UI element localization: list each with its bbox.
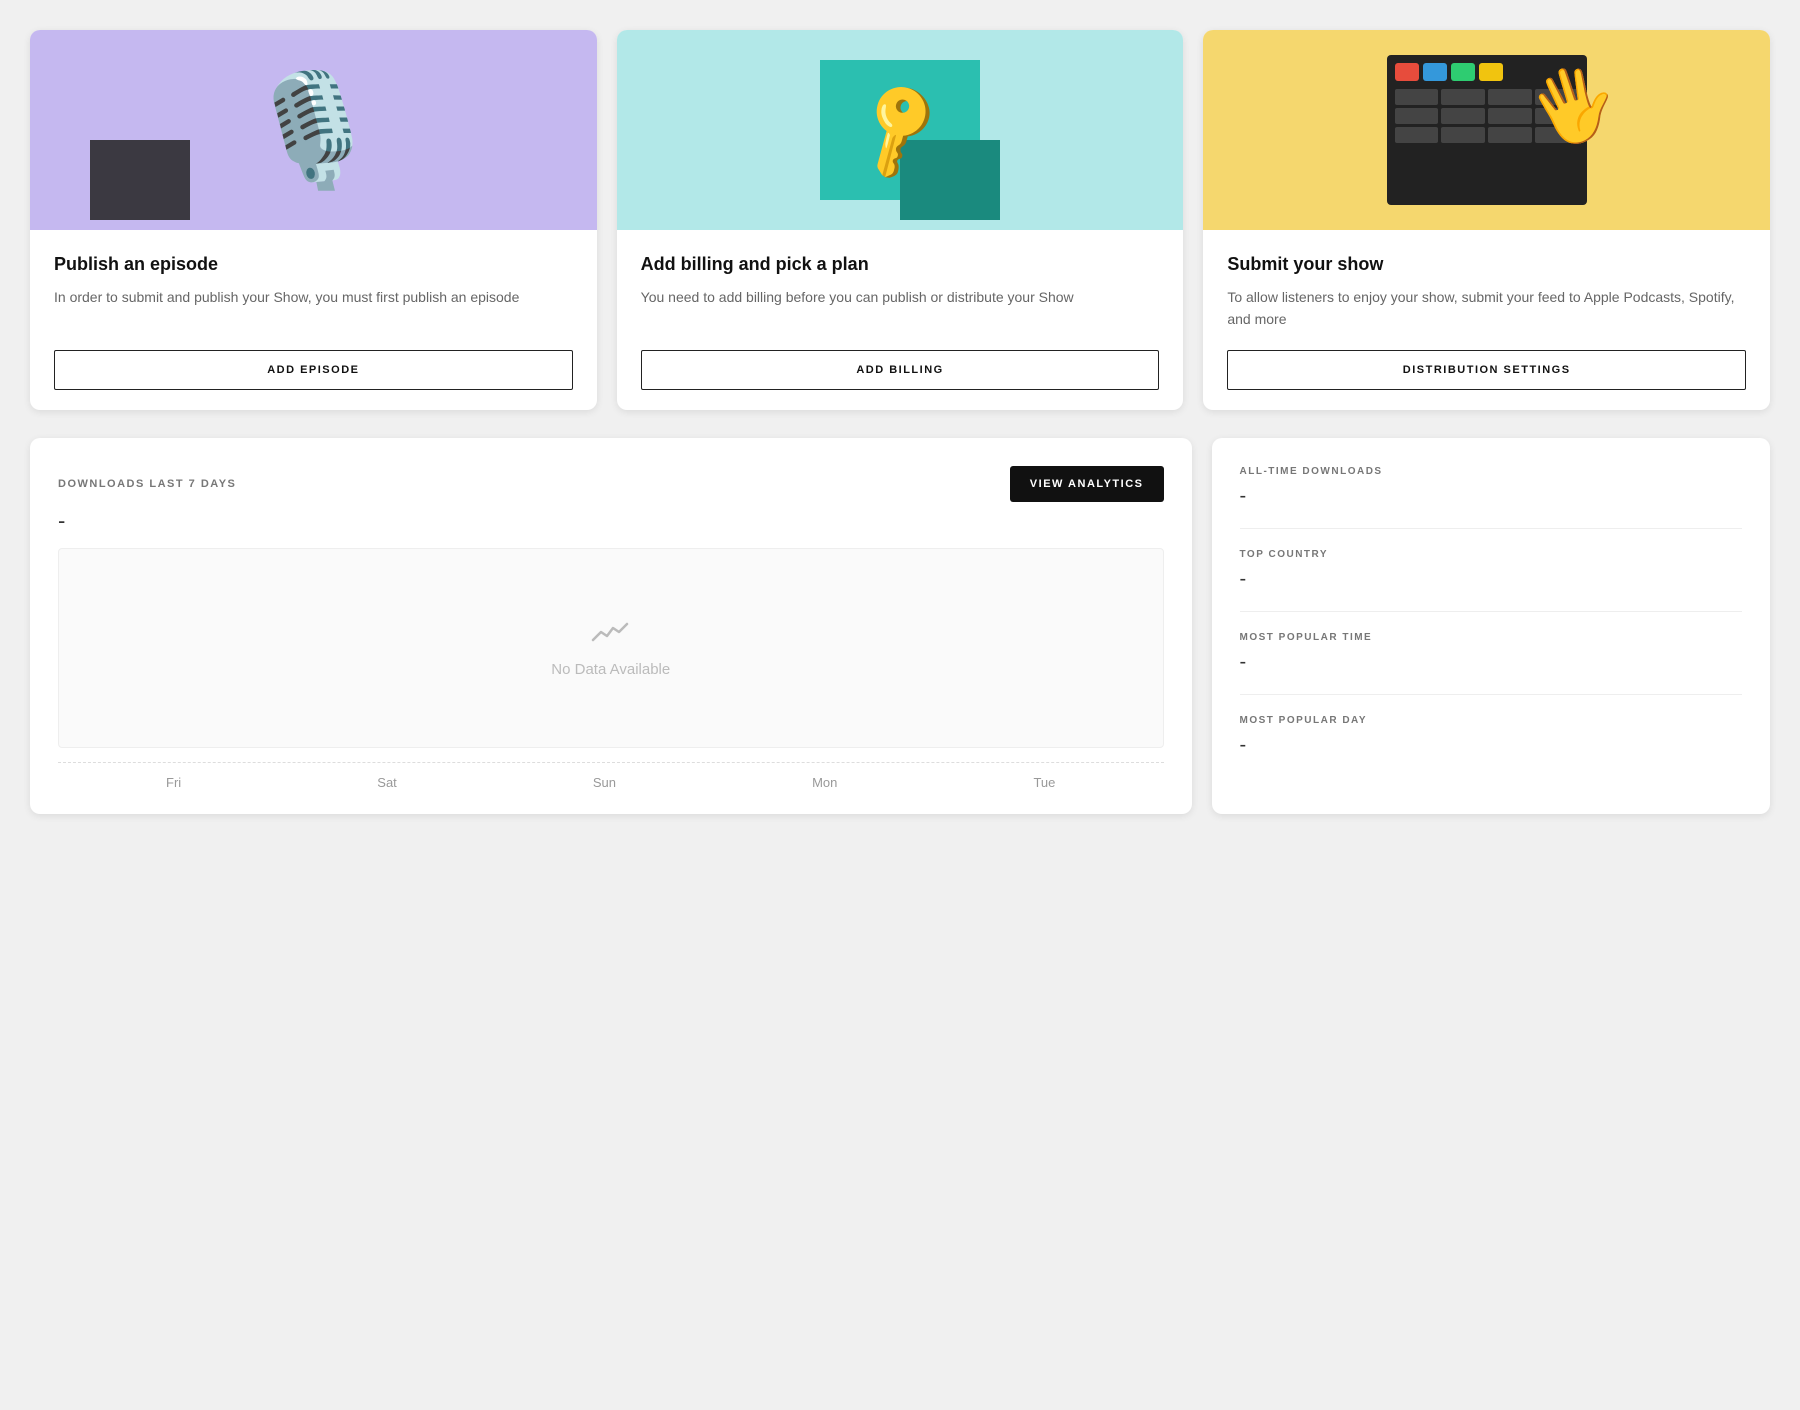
publish-episode-title: Publish an episode: [54, 254, 573, 275]
publish-episode-desc: In order to submit and publish your Show…: [54, 287, 573, 330]
most-popular-day-label: MOST POPULAR DAY: [1240, 715, 1743, 726]
ctrl-btn-green: [1451, 63, 1475, 81]
add-billing-image: 🔑: [617, 30, 1184, 230]
most-popular-time-label: MOST POPULAR TIME: [1240, 632, 1743, 643]
analytics-dash-value: -: [58, 508, 1164, 534]
controller-visual: 🖐: [1387, 55, 1587, 205]
no-data-text: No Data Available: [551, 661, 670, 678]
chart-xaxis: Fri Sat Sun Mon Tue: [58, 762, 1164, 790]
x-label-sun: Sun: [593, 775, 616, 790]
key-icon: 🔑: [842, 73, 958, 188]
x-label-fri: Fri: [166, 775, 181, 790]
top-country-section: TOP COUNTRY -: [1240, 549, 1743, 612]
all-time-downloads-section: ALL-TIME DOWNLOADS -: [1240, 466, 1743, 529]
ctrl-btn-yellow: [1479, 63, 1503, 81]
chart-area: No Data Available: [58, 548, 1164, 748]
publish-episode-body: Publish an episode In order to submit an…: [30, 230, 597, 410]
all-time-downloads-value: -: [1240, 485, 1743, 508]
add-billing-card: 🔑 Add billing and pick a plan You need t…: [617, 30, 1184, 410]
submit-show-body: Submit your show To allow listeners to e…: [1203, 230, 1770, 410]
view-analytics-button[interactable]: VIEW ANALYTICS: [1010, 466, 1164, 502]
publish-episode-image: 🎙️: [30, 30, 597, 230]
publish-episode-card: 🎙️ Publish an episode In order to submit…: [30, 30, 597, 410]
analytics-title: DOWNLOADS LAST 7 DAYS: [58, 478, 236, 490]
x-label-mon: Mon: [812, 775, 837, 790]
most-popular-day-section: MOST POPULAR DAY -: [1240, 715, 1743, 777]
stats-card: ALL-TIME DOWNLOADS - TOP COUNTRY - MOST …: [1212, 438, 1771, 814]
microphone-icon: 🎙️: [245, 66, 382, 195]
submit-show-image: 🖐: [1203, 30, 1770, 230]
add-billing-desc: You need to add billing before you can p…: [641, 287, 1160, 330]
analytics-card: DOWNLOADS LAST 7 DAYS VIEW ANALYTICS - N…: [30, 438, 1192, 814]
x-label-sat: Sat: [377, 775, 397, 790]
submit-show-card: 🖐 Submit your show To allow listeners to…: [1203, 30, 1770, 410]
all-time-downloads-label: ALL-TIME DOWNLOADS: [1240, 466, 1743, 477]
ctrl-btn-blue: [1423, 63, 1447, 81]
distribution-settings-button[interactable]: DISTRIBUTION SETTINGS: [1227, 350, 1746, 390]
no-data-icon: [591, 618, 631, 653]
bottom-row: DOWNLOADS LAST 7 DAYS VIEW ANALYTICS - N…: [30, 438, 1770, 814]
billing-image-inner: 🔑: [820, 60, 980, 200]
add-billing-title: Add billing and pick a plan: [641, 254, 1160, 275]
add-billing-button[interactable]: ADD BILLING: [641, 350, 1160, 390]
top-country-value: -: [1240, 568, 1743, 591]
submit-show-title: Submit your show: [1227, 254, 1746, 275]
most-popular-day-value: -: [1240, 734, 1743, 757]
top-country-label: TOP COUNTRY: [1240, 549, 1743, 560]
ctrl-btn-red: [1395, 63, 1419, 81]
cards-row: 🎙️ Publish an episode In order to submit…: [30, 30, 1770, 410]
add-billing-body: Add billing and pick a plan You need to …: [617, 230, 1184, 410]
most-popular-time-section: MOST POPULAR TIME -: [1240, 632, 1743, 695]
x-label-tue: Tue: [1033, 775, 1055, 790]
submit-show-desc: To allow listeners to enjoy your show, s…: [1227, 287, 1746, 330]
most-popular-time-value: -: [1240, 651, 1743, 674]
add-episode-button[interactable]: ADD EPISODE: [54, 350, 573, 390]
analytics-header: DOWNLOADS LAST 7 DAYS VIEW ANALYTICS: [58, 466, 1164, 502]
